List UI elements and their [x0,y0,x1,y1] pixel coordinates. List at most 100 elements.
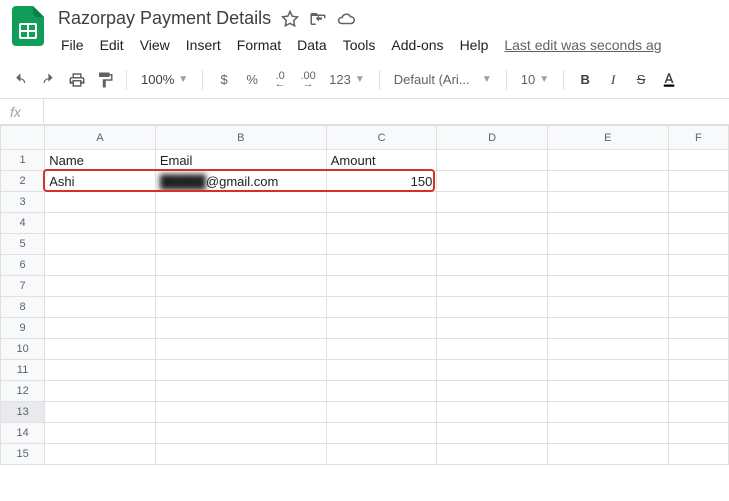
cell-B6[interactable] [155,255,326,276]
cell-D10[interactable] [437,339,548,360]
cell-A15[interactable] [45,444,156,465]
row-header-11[interactable]: 11 [1,360,45,381]
cell-F3[interactable] [668,192,728,213]
cell-C14[interactable] [326,423,437,444]
cell-B3[interactable] [155,192,326,213]
cell-A4[interactable] [45,213,156,234]
cell-D9[interactable] [437,318,548,339]
col-header-A[interactable]: A [45,126,156,150]
italic-button[interactable]: I [600,67,626,93]
cell-E4[interactable] [547,213,668,234]
select-all-corner[interactable] [1,126,45,150]
cell-D8[interactable] [437,297,548,318]
cell-F9[interactable] [668,318,728,339]
cell-E2[interactable] [547,171,668,192]
cell-B12[interactable] [155,381,326,402]
cell-F10[interactable] [668,339,728,360]
row-header-15[interactable]: 15 [1,444,45,465]
cell-A2[interactable]: Ashi [45,171,156,192]
menu-insert[interactable]: Insert [179,33,228,57]
cell-E12[interactable] [547,381,668,402]
cell-E9[interactable] [547,318,668,339]
cell-F1[interactable] [668,150,728,171]
row-header-2[interactable]: 2 [1,171,45,192]
cell-A9[interactable] [45,318,156,339]
cell-A11[interactable] [45,360,156,381]
strikethrough-button[interactable]: S [628,67,654,93]
font-dropdown[interactable]: Default (Ari... ▼ [388,67,498,93]
menu-addons[interactable]: Add-ons [384,33,450,57]
cell-C3[interactable] [326,192,437,213]
cell-A14[interactable] [45,423,156,444]
row-header-13[interactable]: 13 [1,402,45,423]
cell-B9[interactable] [155,318,326,339]
menu-tools[interactable]: Tools [336,33,383,57]
cell-A1[interactable]: Name [45,150,156,171]
row-header-9[interactable]: 9 [1,318,45,339]
cell-A12[interactable] [45,381,156,402]
number-format-dropdown[interactable]: 123 ▼ [323,67,371,93]
font-size-dropdown[interactable]: 10 ▼ [515,67,555,93]
print-button[interactable] [64,67,90,93]
cell-C7[interactable] [326,276,437,297]
format-currency-button[interactable]: $ [211,67,237,93]
cell-C10[interactable] [326,339,437,360]
cell-E15[interactable] [547,444,668,465]
cell-E5[interactable] [547,234,668,255]
cell-D5[interactable] [437,234,548,255]
cell-A13[interactable] [45,402,156,423]
last-edit-link[interactable]: Last edit was seconds ag [497,33,668,57]
row-header-5[interactable]: 5 [1,234,45,255]
cell-E14[interactable] [547,423,668,444]
increase-decimal-button[interactable]: .00→ [295,67,321,93]
cell-C15[interactable] [326,444,437,465]
cell-C4[interactable] [326,213,437,234]
zoom-dropdown[interactable]: 100% ▼ [135,67,194,93]
document-title[interactable]: Razorpay Payment Details [58,8,271,29]
cell-D7[interactable] [437,276,548,297]
cell-A7[interactable] [45,276,156,297]
cell-C2[interactable]: 150 [326,171,437,192]
row-header-4[interactable]: 4 [1,213,45,234]
menu-help[interactable]: Help [453,33,496,57]
cell-A8[interactable] [45,297,156,318]
cell-F5[interactable] [668,234,728,255]
move-icon[interactable] [309,10,327,28]
redo-button[interactable] [36,67,62,93]
paint-format-button[interactable] [92,67,118,93]
cell-A5[interactable] [45,234,156,255]
cell-E7[interactable] [547,276,668,297]
cell-F8[interactable] [668,297,728,318]
cell-F14[interactable] [668,423,728,444]
sheets-logo[interactable] [8,6,48,46]
cell-E3[interactable] [547,192,668,213]
cell-B13[interactable] [155,402,326,423]
menu-file[interactable]: File [54,33,91,57]
cell-D15[interactable] [437,444,548,465]
cell-C1[interactable]: Amount [326,150,437,171]
cell-C8[interactable] [326,297,437,318]
cloud-status-icon[interactable] [337,10,355,28]
cell-B7[interactable] [155,276,326,297]
col-header-B[interactable]: B [155,126,326,150]
cell-E13[interactable] [547,402,668,423]
cell-A10[interactable] [45,339,156,360]
cell-B5[interactable] [155,234,326,255]
cell-B10[interactable] [155,339,326,360]
star-icon[interactable] [281,10,299,28]
cell-D3[interactable] [437,192,548,213]
cell-B15[interactable] [155,444,326,465]
cell-D2[interactable] [437,171,548,192]
col-header-C[interactable]: C [326,126,437,150]
cell-E6[interactable] [547,255,668,276]
row-header-3[interactable]: 3 [1,192,45,213]
cell-C13[interactable] [326,402,437,423]
cell-B4[interactable] [155,213,326,234]
cell-C11[interactable] [326,360,437,381]
col-header-D[interactable]: D [437,126,548,150]
cell-F15[interactable] [668,444,728,465]
row-header-14[interactable]: 14 [1,423,45,444]
row-header-8[interactable]: 8 [1,297,45,318]
cell-C6[interactable] [326,255,437,276]
col-header-E[interactable]: E [547,126,668,150]
